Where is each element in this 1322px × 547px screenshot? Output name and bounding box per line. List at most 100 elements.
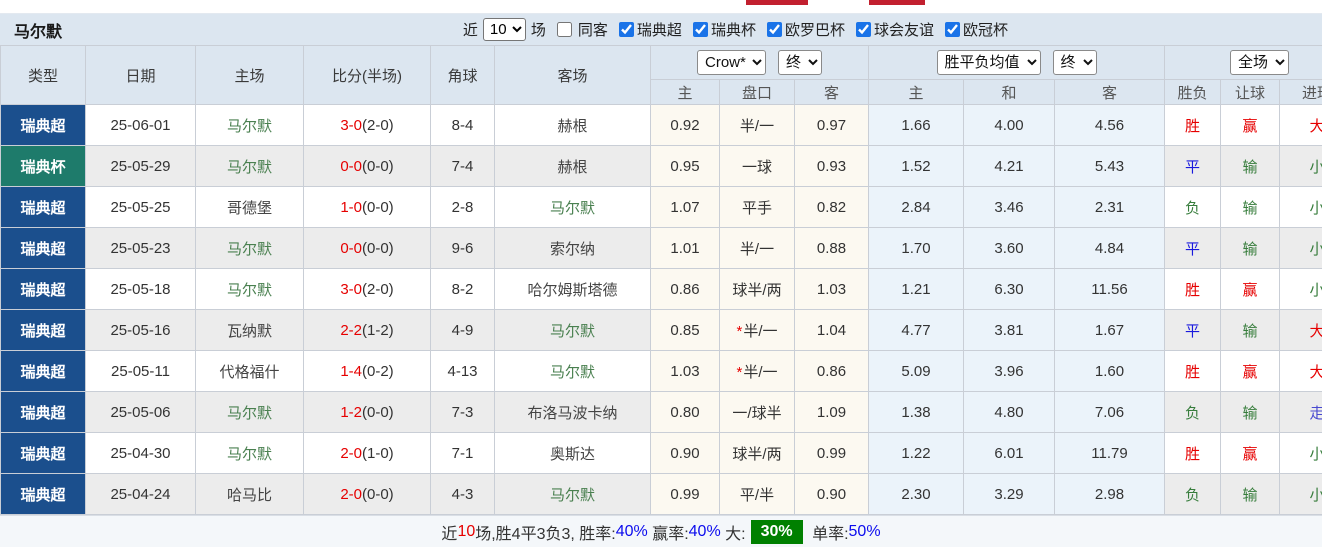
home-team-link[interactable]: 马尔默 (227, 159, 272, 176)
cell-date: 25-05-06 (86, 392, 196, 433)
cell-avg-away: 1.60 (1055, 351, 1165, 392)
cell-odds-home: 1.03 (651, 351, 720, 392)
cell-score: 2-0(0-0) (304, 474, 431, 515)
league-filter-label: 瑞典杯 (711, 19, 756, 40)
cell-score: 3-0(2-0) (304, 105, 431, 146)
half-time-score: (1-2) (362, 322, 394, 339)
cell-goals-result: 小 (1280, 474, 1322, 515)
home-team-link[interactable]: 哥德堡 (227, 200, 272, 217)
recent-count-select[interactable]: 10 (483, 18, 526, 41)
col-header-corners: 角球 (431, 46, 495, 105)
cell-handicap: 平/半 (720, 474, 795, 515)
cell-league: 瑞典超 (1, 187, 86, 228)
cell-handicap: 球半/两 (720, 269, 795, 310)
away-team-link[interactable]: 马尔默 (550, 487, 595, 504)
cell-away-team: 赫根 (495, 105, 651, 146)
cell-league: 瑞典超 (1, 228, 86, 269)
cell-odds-away: 1.03 (795, 269, 869, 310)
cell-odds-home: 0.90 (651, 433, 720, 474)
cell-home-team: 代格福什 (196, 351, 304, 392)
away-team-link[interactable]: 赫根 (557, 118, 587, 135)
cell-result: 平 (1165, 310, 1221, 351)
league-filter-checkbox[interactable] (693, 22, 708, 37)
home-team-link[interactable]: 马尔默 (227, 282, 272, 299)
top-strip (0, 0, 1322, 13)
col-header-score: 比分(半场) (304, 46, 431, 105)
league-filter-3: 球会友谊 (850, 19, 934, 40)
cell-date: 25-05-25 (86, 187, 196, 228)
home-team-link[interactable]: 马尔默 (227, 118, 272, 135)
same-away-checkbox[interactable] (557, 22, 572, 37)
cell-home-team: 哥德堡 (196, 187, 304, 228)
summary-text: 40% (689, 523, 721, 541)
home-team-link[interactable]: 马尔默 (227, 241, 272, 258)
away-team-link[interactable]: 马尔默 (550, 323, 595, 340)
cell-avg-home: 2.30 (869, 474, 964, 515)
league-filter-checkbox[interactable] (767, 22, 782, 37)
odds-dropdown-group: Crow* 终 (651, 46, 869, 80)
half-time-score: (2-0) (362, 281, 394, 298)
league-filter-label: 球会友谊 (874, 19, 934, 40)
bookmaker-select[interactable]: Crow* (697, 50, 766, 75)
cell-handicap-result: 赢 (1221, 351, 1280, 392)
col-header-date: 日期 (86, 46, 196, 105)
cell-handicap-result: 赢 (1221, 105, 1280, 146)
bookmaker-time-select[interactable]: 终 (778, 50, 822, 75)
cell-corners: 4-9 (431, 310, 495, 351)
league-filter-checkbox[interactable] (856, 22, 871, 37)
league-filter-checkbox[interactable] (619, 22, 634, 37)
away-team-link[interactable]: 奥斯达 (550, 446, 595, 463)
cell-goals-result: 大 (1280, 310, 1322, 351)
scope-dropdown-group: 全场 (1165, 46, 1322, 80)
away-team-link[interactable]: 索尔纳 (550, 241, 595, 258)
match-row: 瑞典超25-05-06马尔默1-2(0-0)7-3布洛马波卡纳0.80一/球半1… (1, 392, 1322, 433)
cell-away-team: 奥斯达 (495, 433, 651, 474)
cell-result: 平 (1165, 146, 1221, 187)
col-header-type: 类型 (1, 46, 86, 105)
avg-time-select[interactable]: 终 (1053, 50, 1097, 75)
cell-avg-home: 5.09 (869, 351, 964, 392)
recent-label: 近 (463, 19, 478, 40)
cell-corners: 7-3 (431, 392, 495, 433)
summary-text: 近 (441, 520, 457, 544)
cell-date: 25-05-16 (86, 310, 196, 351)
cell-goals-result: 大 (1280, 105, 1322, 146)
away-team-link[interactable]: 马尔默 (550, 200, 595, 217)
away-team-link[interactable]: 马尔默 (550, 364, 595, 381)
match-row: 瑞典超25-05-11代格福什1-4(0-2)4-13马尔默1.03*半/一0.… (1, 351, 1322, 392)
away-team-link[interactable]: 赫根 (557, 159, 587, 176)
home-team-link[interactable]: 马尔默 (227, 405, 272, 422)
league-filter-2: 欧罗巴杯 (761, 19, 845, 40)
half-time-score: (0-0) (362, 158, 394, 175)
avg-source-select[interactable]: 胜平负均值 (937, 50, 1041, 75)
cell-avg-draw: 4.21 (964, 146, 1055, 187)
home-team-link[interactable]: 代格福什 (219, 364, 279, 381)
full-time-score: 3-0 (340, 281, 362, 298)
full-time-score: 2-2 (340, 322, 362, 339)
league-filter-0: 瑞典超 (613, 19, 682, 40)
cell-odds-away: 1.09 (795, 392, 869, 433)
home-team-link[interactable]: 哈马比 (227, 487, 272, 504)
cell-away-team: 布洛马波卡纳 (495, 392, 651, 433)
cell-score: 3-0(2-0) (304, 269, 431, 310)
home-team-link[interactable]: 马尔默 (227, 446, 272, 463)
away-team-link[interactable]: 哈尔姆斯塔德 (527, 282, 617, 299)
cell-away-team: 马尔默 (495, 351, 651, 392)
handicap-change-star: * (736, 323, 742, 340)
cell-handicap-result: 输 (1221, 187, 1280, 228)
cell-handicap: 一/球半 (720, 392, 795, 433)
half-time-score: (0-0) (362, 486, 394, 503)
cell-home-team: 马尔默 (196, 433, 304, 474)
cell-score: 1-0(0-0) (304, 187, 431, 228)
cell-corners: 4-13 (431, 351, 495, 392)
cell-away-team: 马尔默 (495, 310, 651, 351)
sub-header-goals: 进球 (1280, 80, 1322, 105)
cell-odds-home: 0.80 (651, 392, 720, 433)
cell-handicap: 半/一 (720, 105, 795, 146)
home-team-link[interactable]: 瓦纳默 (227, 323, 272, 340)
scope-select[interactable]: 全场 (1230, 50, 1289, 75)
away-team-link[interactable]: 布洛马波卡纳 (527, 405, 617, 422)
cell-odds-home: 0.85 (651, 310, 720, 351)
league-filter-checkbox[interactable] (945, 22, 960, 37)
cell-corners: 9-6 (431, 228, 495, 269)
